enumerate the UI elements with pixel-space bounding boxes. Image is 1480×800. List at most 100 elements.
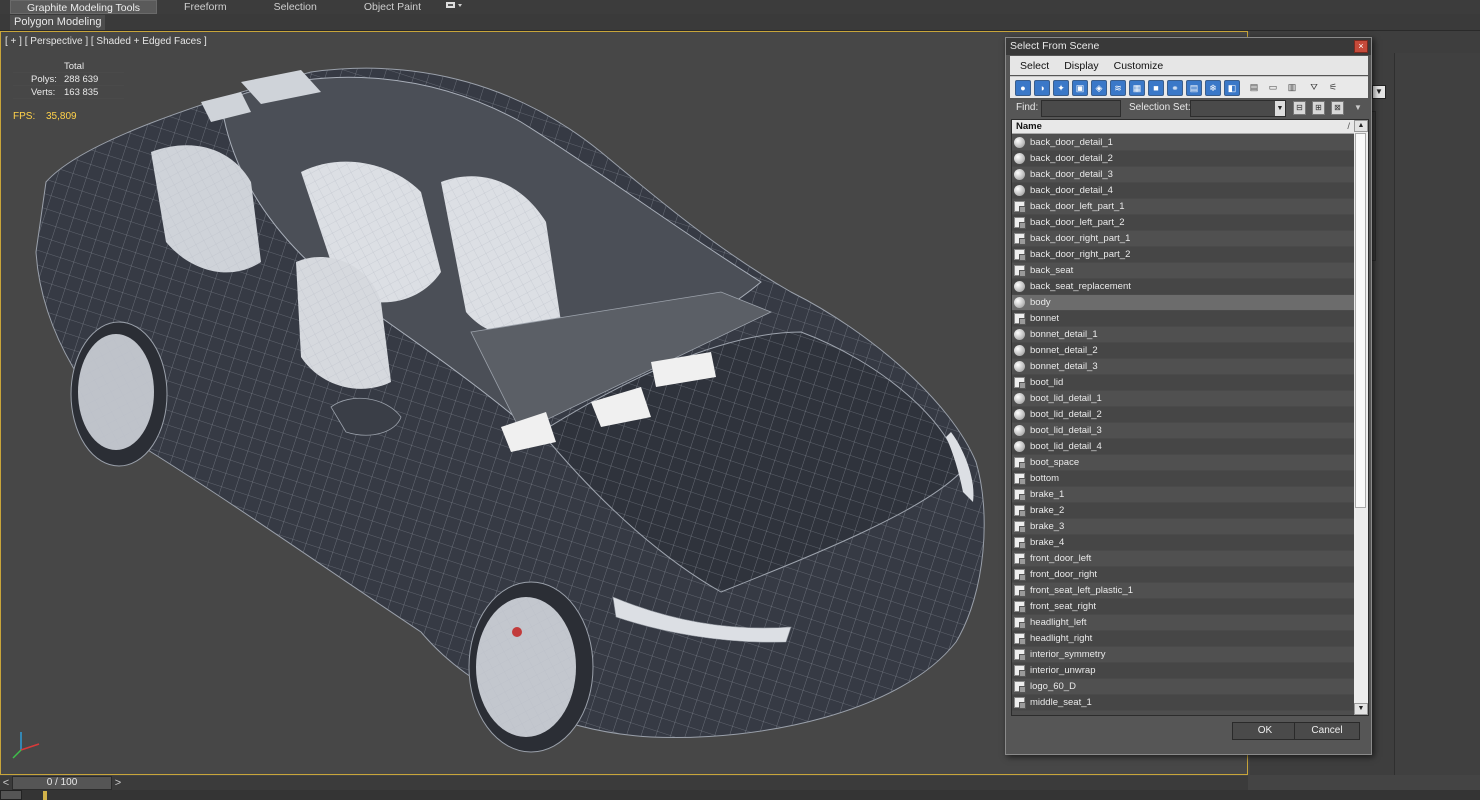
display-containers-icon[interactable]: ▤ [1186,80,1202,96]
tab-selection[interactable]: Selection [247,0,337,14]
find-input[interactable] [1041,100,1121,117]
tab-freeform[interactable]: Freeform [157,0,247,14]
fps-readout: FPS: 35,809 [13,111,77,122]
list-item-label: brake_1 [1030,489,1065,500]
filter-icon[interactable]: ⛛ [1306,80,1322,96]
ok-button[interactable]: OK [1232,722,1298,740]
display-spacewarps-icon[interactable]: ≋ [1110,80,1126,96]
menu-display[interactable]: Display [1064,60,1098,72]
list-item[interactable]: back_door_right_part_2 [1012,247,1354,263]
list-item[interactable]: back_door_left_part_1 [1012,199,1354,215]
list-item[interactable]: back_door_detail_1 [1012,135,1354,151]
ribbon-options-icon[interactable] [441,0,467,14]
list-item[interactable]: bonnet_detail_2 [1012,343,1354,359]
select-none-icon[interactable]: ▭ [1265,80,1281,96]
display-geometry-icon[interactable]: ● [1015,80,1031,96]
list-item-label: back_door_right_part_2 [1030,249,1131,260]
list-item[interactable]: brake_4 [1012,535,1354,551]
cancel-button[interactable]: Cancel [1294,722,1360,740]
verts-label: Verts: [31,87,56,98]
sphere-icon [1014,281,1025,292]
list-item[interactable]: back_door_left_part_2 [1012,215,1354,231]
list-item[interactable]: logo_60_D [1012,679,1354,695]
list-item-label: bonnet_detail_1 [1030,329,1098,340]
list-item[interactable]: front_seat_right [1012,599,1354,615]
list-item[interactable]: back_seat [1012,263,1354,279]
list-item[interactable]: front_door_left [1012,551,1354,567]
list-item[interactable]: front_door_right [1012,567,1354,583]
list-item[interactable]: headlight_left [1012,615,1354,631]
list-item[interactable]: bonnet_detail_1 [1012,327,1354,343]
list-item[interactable]: body [1012,295,1354,311]
menu-select[interactable]: Select [1020,60,1049,72]
scroll-up-icon[interactable]: ▲ [1354,120,1368,132]
track-bar[interactable] [0,790,1480,800]
list-item[interactable]: back_door_detail_3 [1012,167,1354,183]
list-item-label: back_door_detail_3 [1030,169,1113,180]
display-helpers-icon[interactable]: ◈ [1091,80,1107,96]
list-item[interactable]: bonnet_detail_3 [1012,359,1354,375]
list-item[interactable]: boot_lid [1012,375,1354,391]
tab-object-paint[interactable]: Object Paint [337,0,441,14]
list-item[interactable]: boot_lid_detail_2 [1012,407,1354,423]
display-frozen-icon[interactable]: ❄ [1205,80,1221,96]
sphere-icon [1014,393,1025,404]
options-chevron-icon[interactable]: ▼ [1354,103,1362,112]
list-item[interactable]: back_door_detail_4 [1012,183,1354,199]
list-item[interactable]: boot_lid_detail_4 [1012,439,1354,455]
select-from-scene-dialog: Select From Scene × Select Display Custo… [1005,37,1372,755]
group-icon [1014,537,1026,549]
display-shapes-icon[interactable]: ◑ [1034,80,1050,96]
time-slider[interactable]: 0 / 100 [12,776,112,790]
menu-customize[interactable]: Customize [1114,60,1164,72]
trackbar-toggle-button[interactable] [0,790,22,800]
display-cameras-icon[interactable]: ▣ [1072,80,1088,96]
command-panel-dropdown-icon[interactable]: ▼ [1372,85,1386,99]
list-item[interactable]: boot_lid_detail_3 [1012,423,1354,439]
scroll-down-icon[interactable]: ▼ [1354,703,1368,715]
select-invert-icon[interactable]: ▥ [1284,80,1300,96]
selection-set-dropdown[interactable]: ▼ [1190,100,1286,117]
viewport-label[interactable]: [ + ] [ Perspective ] [ Shaded + Edged F… [5,36,207,47]
list-item[interactable]: front_seat_left_plastic_1 [1012,583,1354,599]
list-scrollbar[interactable]: ▲ ▼ [1354,120,1368,715]
list-item[interactable]: boot_space [1012,455,1354,471]
time-next-button[interactable]: > [112,776,124,790]
display-hidden-icon[interactable]: ◧ [1224,80,1240,96]
display-lights-icon[interactable]: ✦ [1053,80,1069,96]
display-xrefs-icon[interactable]: ■ [1148,80,1164,96]
time-prev-button[interactable]: < [0,776,12,790]
dialog-title-bar[interactable]: Select From Scene × [1006,38,1371,55]
list-item[interactable]: brake_1 [1012,487,1354,503]
list-item[interactable]: brake_3 [1012,519,1354,535]
display-bones-icon[interactable]: ⚭ [1167,80,1183,96]
list-item[interactable]: interior_unwrap [1012,663,1354,679]
polygon-modeling-panel[interactable]: Polygon Modeling [10,15,106,30]
select-all-icon[interactable]: ▤ [1246,80,1262,96]
list-item[interactable]: bonnet [1012,311,1354,327]
list-item[interactable]: interior_symmetry [1012,647,1354,663]
list-item-label: boot_lid_detail_3 [1030,425,1102,436]
dialog-title: Select From Scene [1010,40,1100,52]
column-header-name[interactable]: Name / [1012,120,1354,134]
list-item[interactable]: headlight_right [1012,631,1354,647]
list-item[interactable]: brake_2 [1012,503,1354,519]
list-item[interactable]: back_door_right_part_1 [1012,231,1354,247]
dialog-menu-bar: Select Display Customize [1010,56,1368,75]
display-groups-icon[interactable]: ▦ [1129,80,1145,96]
list-item[interactable]: back_seat_replacement [1012,279,1354,295]
list-item[interactable]: back_door_detail_2 [1012,151,1354,167]
keyframe-marker[interactable] [43,791,47,800]
close-icon[interactable]: × [1354,40,1368,53]
tab-graphite-modeling-tools[interactable]: Graphite Modeling Tools [10,0,158,14]
filter-settings-icon[interactable]: ⚟ [1325,80,1341,96]
scroll-thumb[interactable] [1355,133,1366,508]
list-item[interactable]: middle_seat_1 [1012,695,1354,711]
select-children-icon[interactable]: ⊟ [1293,101,1306,115]
select-influences-icon[interactable]: ⊠ [1331,101,1344,115]
list-item[interactable]: bottom [1012,471,1354,487]
group-icon [1014,233,1026,245]
select-dependents-icon[interactable]: ⊞ [1312,101,1325,115]
list-item[interactable]: boot_lid_detail_1 [1012,391,1354,407]
object-rows: back_door_detail_1 back_door_detail_2back… [1012,135,1354,711]
